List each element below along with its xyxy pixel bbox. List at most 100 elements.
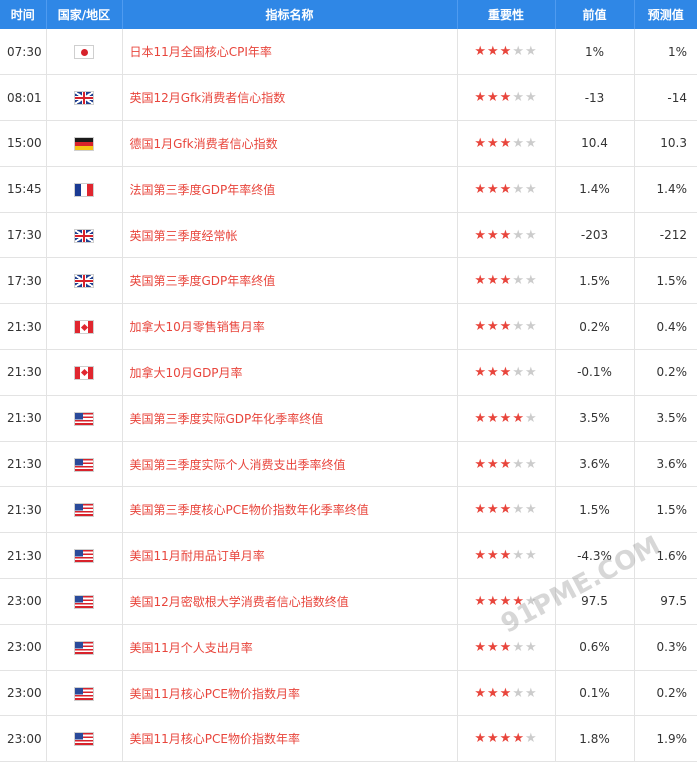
event-time: 23:00 — [0, 715, 47, 762]
indicator-name-link[interactable]: 美国11月核心PCE物价指数月率 — [122, 670, 458, 717]
table-row[interactable]: 15:45 法国第三季度GDP年率终值 ★★★★★ 1.4% 1.4% — [0, 166, 697, 213]
star-filled-icon: ★ — [499, 685, 513, 701]
table-row[interactable]: 15:00 德国1月Gfk消费者信心指数 ★★★★★ 10.4 10.3 — [0, 120, 697, 167]
usa-flag-icon — [75, 595, 93, 608]
importance-rating: ★★★★★ — [457, 257, 556, 305]
table-row[interactable]: 21:30 美国11月耐用品订单月率 ★★★★★ -4.3% 1.6% — [0, 532, 697, 580]
header-country[interactable]: 国家/地区 — [46, 0, 123, 29]
header-indicator-name[interactable]: 指标名称 — [122, 0, 458, 29]
star-empty-icon: ★ — [512, 502, 525, 518]
table-row[interactable]: 23:00 美国11月核心PCE物价指数年率 ★★★★★ 1.8% 1.9% — [0, 715, 697, 762]
header-forecast[interactable]: 预测值 — [634, 0, 697, 29]
star-empty-icon: ★ — [524, 456, 538, 472]
indicator-name-link[interactable]: 日本11月全国核心CPI年率 — [122, 29, 458, 76]
star-filled-icon: ★ — [487, 410, 500, 426]
star-empty-icon: ★ — [524, 593, 538, 609]
star-filled-icon: ★ — [474, 593, 488, 609]
indicator-name-link[interactable]: 美国11月耐用品订单月率 — [122, 532, 458, 580]
forecast-value: -14 — [634, 74, 697, 122]
indicator-name-link[interactable]: 加拿大10月零售销售月率 — [122, 303, 458, 351]
table-row[interactable]: 08:01 英国12月Gfk消费者信心指数 ★★★★★ -13 -14 — [0, 74, 697, 122]
country-cell — [46, 441, 123, 488]
country-cell — [46, 486, 123, 534]
table-row[interactable]: 21:30 美国第三季度实际GDP年化季率终值 ★★★★★ 3.5% 3.5% — [0, 395, 697, 442]
table-row[interactable]: 17:30 英国第三季度GDP年率终值 ★★★★★ 1.5% 1.5% — [0, 257, 697, 305]
header-time[interactable]: 时间 — [0, 0, 47, 29]
country-cell — [46, 166, 123, 213]
star-empty-icon: ★ — [524, 731, 538, 747]
forecast-value: 3.5% — [634, 395, 697, 442]
star-empty-icon: ★ — [524, 548, 538, 564]
previous-value: 3.5% — [555, 395, 635, 442]
star-empty-icon: ★ — [512, 319, 525, 335]
star-empty-icon: ★ — [512, 135, 525, 151]
star-filled-icon: ★ — [474, 639, 488, 655]
indicator-name-link[interactable]: 英国第三季度经常帐 — [122, 212, 458, 259]
event-time: 21:30 — [0, 532, 47, 580]
star-empty-icon: ★ — [512, 227, 525, 243]
star-filled-icon: ★ — [487, 90, 500, 106]
table-row[interactable]: 07:30 日本11月全国核心CPI年率 ★★★★★ 1% 1% — [0, 29, 697, 76]
indicator-name-link[interactable]: 加拿大10月GDP月率 — [122, 349, 458, 396]
star-filled-icon: ★ — [512, 410, 525, 426]
table-row[interactable]: 23:00 美国12月密歇根大学消费者信心指数终值 ★★★★★ 97.5 97.5 — [0, 578, 697, 625]
indicator-name-link[interactable]: 美国第三季度实际GDP年化季率终值 — [122, 395, 458, 442]
usa-flag-icon — [75, 641, 93, 654]
star-filled-icon: ★ — [474, 90, 488, 106]
indicator-name-link[interactable]: 英国第三季度GDP年率终值 — [122, 257, 458, 305]
star-filled-icon: ★ — [487, 639, 500, 655]
indicator-name-link[interactable]: 美国12月密歇根大学消费者信心指数终值 — [122, 578, 458, 625]
forecast-value: 0.3% — [634, 624, 697, 671]
star-filled-icon: ★ — [499, 639, 513, 655]
usa-flag-icon — [75, 733, 93, 746]
previous-value: 0.2% — [555, 303, 635, 351]
country-cell — [46, 532, 123, 580]
star-empty-icon: ★ — [512, 456, 525, 472]
star-filled-icon: ★ — [474, 456, 488, 472]
importance-rating: ★★★★★ — [457, 303, 556, 351]
previous-value: 0.6% — [555, 624, 635, 671]
star-empty-icon: ★ — [524, 364, 538, 380]
header-previous[interactable]: 前值 — [555, 0, 635, 29]
canada-flag-icon — [75, 321, 93, 334]
star-empty-icon: ★ — [512, 90, 525, 106]
star-filled-icon: ★ — [474, 273, 488, 289]
country-cell — [46, 303, 123, 351]
indicator-name-link[interactable]: 法国第三季度GDP年率终值 — [122, 166, 458, 213]
previous-value: -203 — [555, 212, 635, 259]
indicator-name-link[interactable]: 英国12月Gfk消费者信心指数 — [122, 74, 458, 122]
indicator-name-link[interactable]: 美国11月个人支出月率 — [122, 624, 458, 671]
star-filled-icon: ★ — [499, 364, 513, 380]
star-filled-icon: ★ — [499, 181, 513, 197]
star-empty-icon: ★ — [512, 639, 525, 655]
table-row[interactable]: 21:30 美国第三季度核心PCE物价指数年化季率终值 ★★★★★ 1.5% 1.5% — [0, 486, 697, 534]
table-row[interactable]: 21:30 加拿大10月零售销售月率 ★★★★★ 0.2% 0.4% — [0, 303, 697, 351]
event-time: 21:30 — [0, 441, 47, 488]
header-importance[interactable]: 重要性 — [457, 0, 556, 29]
table-row[interactable]: 23:00 美国11月核心PCE物价指数月率 ★★★★★ 0.1% 0.2% — [0, 670, 697, 717]
star-empty-icon: ★ — [512, 685, 525, 701]
japan-flag-icon — [75, 46, 93, 59]
star-empty-icon: ★ — [524, 685, 538, 701]
indicator-name-link[interactable]: 美国11月核心PCE物价指数年率 — [122, 715, 458, 762]
country-cell — [46, 212, 123, 259]
indicator-name-link[interactable]: 美国第三季度核心PCE物价指数年化季率终值 — [122, 486, 458, 534]
table-row[interactable]: 17:30 英国第三季度经常帐 ★★★★★ -203 -212 — [0, 212, 697, 259]
indicator-name-link[interactable]: 美国第三季度实际个人消费支出季率终值 — [122, 441, 458, 488]
star-empty-icon: ★ — [512, 548, 525, 564]
star-filled-icon: ★ — [474, 502, 488, 518]
event-time: 23:00 — [0, 624, 47, 671]
table-row[interactable]: 21:30 美国第三季度实际个人消费支出季率终值 ★★★★★ 3.6% 3.6% — [0, 441, 697, 488]
star-filled-icon: ★ — [499, 135, 513, 151]
table-row[interactable]: 21:30 加拿大10月GDP月率 ★★★★★ -0.1% 0.2% — [0, 349, 697, 396]
forecast-value: 97.5 — [634, 578, 697, 625]
importance-rating: ★★★★★ — [457, 578, 556, 625]
uk-flag-icon — [75, 275, 93, 288]
table-row[interactable]: 23:00 美国11月个人支出月率 ★★★★★ 0.6% 0.3% — [0, 624, 697, 671]
usa-flag-icon — [75, 458, 93, 471]
importance-rating: ★★★★★ — [457, 486, 556, 534]
forecast-value: 10.3 — [634, 120, 697, 167]
indicator-name-link[interactable]: 德国1月Gfk消费者信心指数 — [122, 120, 458, 167]
importance-rating: ★★★★★ — [457, 349, 556, 396]
star-empty-icon: ★ — [524, 273, 538, 289]
